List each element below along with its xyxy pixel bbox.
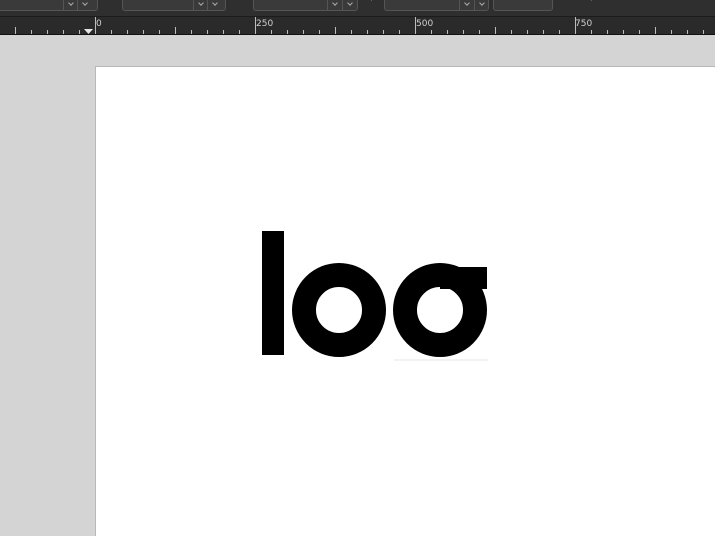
toolbar-field-5[interactable] xyxy=(493,0,553,11)
ruler-label-0: 0 xyxy=(96,19,102,29)
canvas-workspace[interactable] xyxy=(0,35,715,536)
spin-icon[interactable] xyxy=(77,0,91,10)
toolbar-field-1[interactable] xyxy=(0,0,98,11)
x-position-field[interactable] xyxy=(253,0,358,11)
spin-icon[interactable] xyxy=(474,0,488,10)
ruler-label-750: 750 xyxy=(575,19,593,29)
ruler-origin-marker-icon xyxy=(84,29,93,34)
logo-letter-o[interactable] xyxy=(292,263,386,357)
spin-icon[interactable] xyxy=(193,0,207,10)
lock-ratio-icon[interactable]: · xyxy=(590,0,593,6)
spin-icon[interactable] xyxy=(207,0,221,10)
y-position-field[interactable] xyxy=(384,0,489,11)
property-toolbar: · · xyxy=(0,0,715,17)
horizontal-ruler[interactable]: 0 250 500 750 xyxy=(0,17,715,35)
spin-icon[interactable] xyxy=(459,0,473,10)
ruler-label-500: 500 xyxy=(416,19,434,29)
spin-icon[interactable] xyxy=(327,0,341,10)
spin-icon[interactable] xyxy=(342,0,356,10)
ruler-label-250: 250 xyxy=(256,19,274,29)
y-label-icon: · xyxy=(370,0,373,6)
logo-graphic[interactable] xyxy=(262,231,492,361)
design-app-window: · · 0 250 500 750 xyxy=(0,0,715,536)
spin-icon[interactable] xyxy=(63,0,77,10)
toolbar-field-2[interactable] xyxy=(122,0,226,11)
ruler-ticks xyxy=(15,17,704,34)
logo-letter-g[interactable] xyxy=(393,263,487,357)
document-page[interactable] xyxy=(95,66,715,536)
logo-letter-l[interactable] xyxy=(262,231,284,355)
